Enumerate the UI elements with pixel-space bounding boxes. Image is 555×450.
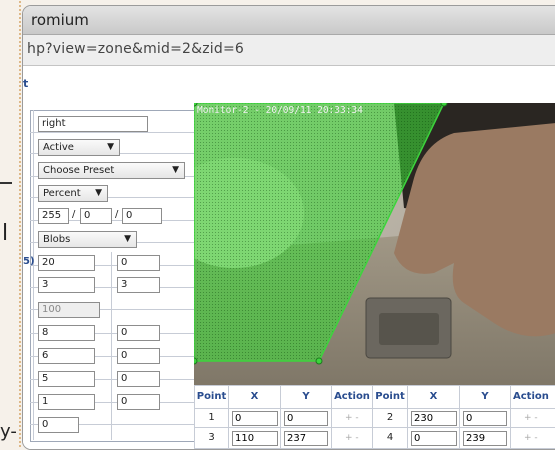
blob-max-input[interactable]: 0 [117, 371, 160, 387]
form-col-divider [33, 110, 34, 440]
chevron-down-icon: ▼ [107, 142, 114, 152]
point-x-input[interactable]: 0 [232, 411, 278, 426]
point-y-input[interactable]: 0 [284, 411, 328, 426]
form-row-line [30, 132, 220, 133]
chevron-down-icon: ▼ [95, 188, 102, 198]
alarm-green-input[interactable]: 0 [80, 208, 112, 224]
filter-min-input[interactable]: 3 [38, 277, 95, 293]
min-pixel-input[interactable]: 20 [38, 255, 95, 271]
chevron-down-icon: ▼ [124, 234, 131, 244]
col-header-y: Y [481, 391, 489, 402]
point-y-input[interactable]: 239 [463, 431, 507, 446]
units-value: Percent [43, 188, 81, 199]
page-content: t right Active ▼ Choose Preset ▼ Percent ▼ … [23, 66, 555, 449]
col-header-point: Point [196, 391, 227, 402]
blobs-max-input[interactable]: 0 [117, 394, 160, 410]
preset-value: Choose Preset [43, 165, 115, 176]
filtered-min-input[interactable]: 6 [38, 348, 95, 364]
rgb-separator: / [115, 209, 119, 220]
col-header-point: Point [375, 391, 405, 402]
table-border [194, 448, 555, 449]
blob-min-input[interactable]: 5 [38, 371, 95, 387]
alarm-blue-input[interactable]: 0 [122, 208, 162, 224]
point-add-remove[interactable]: + - [345, 433, 359, 443]
zone-type-select[interactable]: Active ▼ [38, 139, 120, 156]
page-edge-dots [19, 0, 21, 448]
url-text[interactable]: hp?view=zone&mid=2&zid=6 [27, 41, 244, 57]
zone-points-table: Point X Y Action Point X Y Action 1 0 0 … [194, 385, 555, 449]
check-method-value: Blobs [43, 234, 71, 245]
clipped-text-y: y- [0, 421, 17, 442]
camera-image[interactable]: Monitor-2 - 20/09/11 20:33:34 [194, 103, 555, 405]
point-number: 1 [208, 412, 215, 423]
point-number: 2 [386, 412, 394, 423]
form-col-divider-mid [111, 252, 112, 440]
clipped-text-l: l [2, 221, 9, 246]
camera-timestamp: Monitor-2 - 20/09/11 20:33:34 [197, 105, 363, 116]
point-add-remove[interactable]: + - [524, 433, 538, 443]
zone-vertex-handle[interactable] [194, 357, 198, 365]
filtered-max-input[interactable]: 0 [117, 348, 160, 364]
alarm-min-input[interactable]: 8 [38, 325, 95, 341]
point-y-input[interactable]: 237 [284, 431, 328, 446]
point-number: 3 [208, 432, 215, 443]
col-header-y: Y [302, 391, 310, 402]
table-border [194, 408, 555, 409]
zone-type-value: Active [43, 142, 74, 153]
alarm-max-input[interactable]: 0 [117, 325, 160, 341]
disabled-input: 100 [38, 302, 100, 318]
title-bar[interactable]: romium [23, 6, 555, 35]
col-header-x: X [429, 391, 438, 402]
alarm-red-input[interactable]: 255 [38, 208, 69, 224]
point-add-remove[interactable]: + - [345, 413, 359, 423]
row-label-fragment: 5) [23, 256, 35, 267]
point-x-input[interactable]: 230 [411, 411, 457, 426]
rgb-separator: / [72, 209, 76, 220]
point-number: 4 [386, 432, 394, 443]
zone-vertex-handle[interactable] [315, 357, 323, 365]
page-title-fragment: t [23, 77, 29, 90]
preset-select[interactable]: Choose Preset ▼ [38, 162, 185, 179]
max-pixel-input[interactable]: 0 [117, 255, 160, 271]
filter-max-input[interactable]: 3 [117, 277, 160, 293]
clipped-text-dash [0, 182, 12, 184]
zone-vertex-handle[interactable] [440, 103, 448, 107]
table-border [194, 427, 555, 428]
address-bar[interactable]: hp?view=zone&mid=2&zid=6 [23, 35, 555, 66]
device-panel [379, 313, 439, 345]
chevron-down-icon: ▼ [172, 165, 179, 175]
point-add-remove[interactable]: + - [524, 413, 538, 423]
browser-window: romium hp?view=zone&mid=2&zid=6 t right … [22, 5, 555, 450]
zone-name-input[interactable]: right [38, 116, 148, 132]
col-header-x: X [250, 391, 259, 402]
point-y-input[interactable]: 0 [463, 411, 507, 426]
units-select[interactable]: Percent ▼ [38, 185, 108, 202]
window-title: romium [31, 11, 89, 29]
col-header-action: Action [334, 391, 370, 402]
point-x-input[interactable]: 0 [411, 431, 457, 446]
camera-svg: Monitor-2 - 20/09/11 20:33:34 [194, 103, 555, 405]
check-method-select[interactable]: Blobs ▼ [38, 231, 137, 248]
point-x-input[interactable]: 110 [232, 431, 278, 446]
blobs-min-input[interactable]: 1 [38, 394, 95, 410]
overload-frames-input[interactable]: 0 [38, 417, 79, 433]
col-header-action: Action [513, 391, 549, 402]
